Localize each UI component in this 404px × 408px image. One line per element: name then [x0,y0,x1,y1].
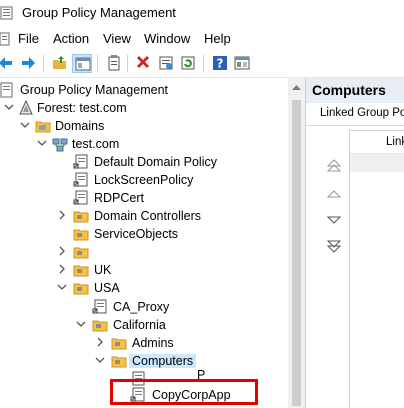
ou-folder-icon [111,338,127,350]
menu-view[interactable]: View [103,31,131,46]
properties-icon [159,56,173,70]
ou-folder-icon [73,283,89,295]
delete-icon [137,56,149,68]
delete-button[interactable] [133,54,153,73]
toolbar: ? [0,50,404,78]
tree-scrollbar[interactable] [288,78,305,408]
help-icon: ? [213,56,227,71]
details-header: Computers [306,78,404,103]
tree-label-forest: Forest: test.com [37,101,127,115]
tab-linked-gpos[interactable]: Linked Group Policy Objects [320,107,404,119]
tree-label-usa: USA [94,281,120,295]
details-pane: Computers Linked Group Policy Objects Li… [305,78,404,408]
list-row[interactable] [350,154,404,172]
show-hide-tree-icon [75,57,91,71]
tree-label-admins: Admins [132,336,174,350]
menu-bar: File Action View Window Help [0,28,404,50]
tree-label-domain-controllers: Domain Controllers [94,209,201,223]
tree-label-root: Group Policy Management [20,83,168,97]
svg-text:?: ? [217,57,224,71]
gpmc-root-icon [0,82,13,98]
back-button[interactable] [0,54,16,73]
chevron-right-icon[interactable] [56,262,68,276]
tree-label-lockscreen-policy: LockScreenPolicy [94,173,194,187]
toolbar-separator [127,55,128,72]
move-link-down-icon[interactable] [326,212,342,228]
move-link-top-icon[interactable] [326,158,342,174]
linked-gpo-list[interactable]: Link Order [349,130,404,408]
gpo-link-icon [73,154,88,169]
ou-folder-icon [73,229,89,241]
highlight-box [110,379,258,405]
console-button[interactable] [232,54,252,73]
chevron-down-icon[interactable] [94,353,106,367]
ou-folder-icon [73,265,89,277]
up-one-level-button[interactable] [50,54,70,73]
ou-folder-icon [73,211,89,223]
toolbar-separator [97,55,98,72]
tree-label-rdpcert: RDPCert [94,191,145,205]
menu-window[interactable]: Window [144,31,190,46]
details-title: Computers [312,82,386,98]
properties-button[interactable] [156,54,176,73]
chevron-down-icon[interactable] [36,136,48,150]
chevron-down-icon[interactable] [19,118,31,132]
copy-icon [108,55,120,71]
ou-folder-icon [111,356,127,368]
tree-label-domain: test.com [72,137,120,151]
forward-icon [22,57,35,69]
system-menu-icon[interactable] [0,32,10,46]
chevron-down-icon[interactable] [75,317,87,331]
up-folder-icon [53,56,66,69]
tree-label-uk: UK [94,263,112,277]
gpo-link-icon [92,299,107,314]
tree-label-service-objects: ServiceObjects [94,227,179,241]
back-icon [0,57,12,69]
refresh-icon [181,56,195,70]
show-hide-tree-button[interactable] [72,54,92,73]
menu-action[interactable]: Action [53,31,89,46]
tree-label-california: California [113,318,166,332]
domains-folder-icon [35,121,51,133]
tree-label-default-domain-policy: Default Domain Policy [94,155,217,169]
gpo-link-icon [73,172,88,187]
console-icon [234,56,250,70]
chevron-right-icon[interactable] [94,335,106,349]
menu-help[interactable]: Help [204,31,231,46]
tree-label-ca-proxy: CA_Proxy [113,300,170,314]
domain-icon [52,138,68,152]
move-link-up-icon[interactable] [326,186,342,202]
move-link-bottom-icon[interactable] [326,238,342,254]
forest-icon [19,100,33,115]
chevron-right-icon[interactable] [56,208,68,222]
gpmc-app-icon [0,6,13,20]
chevron-down-icon[interactable] [3,100,15,114]
tree-label-domains: Domains [55,119,105,133]
details-tab-strip: Linked Group Policy Objects [306,103,404,126]
toolbar-separator [43,55,44,72]
copy-button[interactable] [104,54,124,73]
ou-folder-icon [73,247,89,259]
ou-folder-icon [92,320,108,332]
help-button[interactable]: ? [210,54,230,73]
tree-label-computers: Computers [129,354,197,368]
toolbar-separator [203,55,204,72]
menu-file[interactable]: File [18,31,39,46]
scroll-up-arrow-icon[interactable] [292,84,301,90]
column-header-label: Link Order [386,136,404,148]
tree-pane[interactable]: Group Policy Management Forest: test.com… [0,78,288,408]
gpo-link-icon [73,190,88,205]
chevron-down-icon[interactable] [56,280,68,294]
chevron-right-icon[interactable] [56,244,68,258]
scrollbar-thumb[interactable] [292,100,301,406]
title-bar: Group Policy Management [0,0,404,28]
column-header-link-order[interactable]: Link Order [350,131,404,154]
refresh-button[interactable] [178,54,198,73]
forward-button[interactable] [18,54,38,73]
window-title: Group Policy Management [22,5,176,20]
